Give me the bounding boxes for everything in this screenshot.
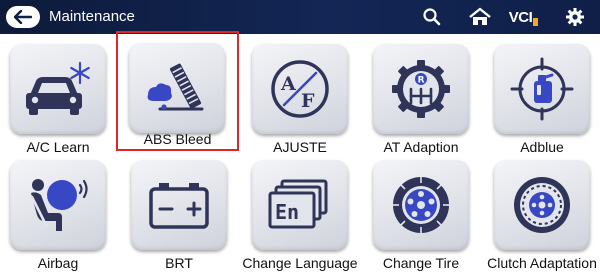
tile-icon-box: A F [252, 44, 348, 134]
home-button[interactable] [467, 7, 493, 27]
tile-icon-box [494, 160, 590, 250]
svg-text:En: En [275, 200, 299, 224]
tile-icon-box [131, 160, 227, 250]
tile-icon-box [373, 160, 469, 250]
tile-icon-box [10, 160, 106, 250]
search-button[interactable] [421, 7, 443, 27]
tile-change-tire[interactable]: Change Tire [363, 150, 479, 276]
tile-label: Clutch Adaptation [487, 255, 597, 271]
adblue-bottle-icon [510, 57, 574, 121]
tile-icon-box [10, 44, 106, 134]
tile-label: ABS Bleed [143, 131, 212, 147]
tile-icon-box: En [252, 160, 348, 250]
tile-ac-learn[interactable]: A/C Learn [0, 34, 116, 160]
svg-text:A: A [280, 73, 296, 95]
tile-brt[interactable]: BRT [121, 150, 237, 276]
page-title: Maintenance [49, 8, 135, 25]
arrow-left-icon [14, 10, 32, 24]
vci-button[interactable]: VCI [508, 7, 540, 27]
gear-shift-icon: R [392, 60, 450, 118]
svg-text:F: F [301, 90, 315, 112]
vci-status-icon [533, 18, 539, 26]
car-snowflake-icon [26, 61, 90, 115]
tile-label: BRT [165, 255, 193, 271]
af-gauge-icon: A F [271, 60, 329, 118]
tile-label: Change Tire [382, 255, 460, 271]
tile-icon-box [129, 43, 225, 133]
tile-change-language[interactable]: En Change Language [242, 150, 358, 276]
airbag-icon [30, 179, 88, 231]
tile-clutch-adaptation[interactable]: Clutch Adaptation [484, 150, 600, 276]
tile-at-adaption[interactable]: R AT Adaption [363, 34, 479, 160]
language-en-icon: En [268, 179, 328, 229]
svg-text:R: R [418, 76, 425, 86]
tile-ajuste[interactable]: A F AJUSTE [242, 34, 358, 160]
back-button[interactable] [6, 6, 40, 28]
home-icon [469, 7, 491, 25]
tire-icon [393, 177, 449, 233]
tile-label: Airbag [37, 255, 79, 271]
top-bar: Maintenance VCI [0, 0, 600, 34]
abs-bleed-icon [147, 63, 204, 111]
search-icon [423, 8, 441, 26]
tile-abs-bleed[interactable]: ABS Bleed [116, 31, 239, 151]
clutch-icon [514, 177, 570, 233]
tile-airbag[interactable]: Airbag [0, 150, 116, 276]
tile-label: Change Language [242, 255, 358, 271]
gear-icon [566, 8, 584, 26]
settings-button[interactable] [564, 7, 586, 27]
tile-icon-box: R [373, 44, 469, 134]
tile-adblue[interactable]: Adblue [484, 34, 600, 160]
tile-icon-box [494, 44, 590, 134]
vci-label: VCI [508, 8, 533, 26]
battery-icon [149, 183, 209, 229]
